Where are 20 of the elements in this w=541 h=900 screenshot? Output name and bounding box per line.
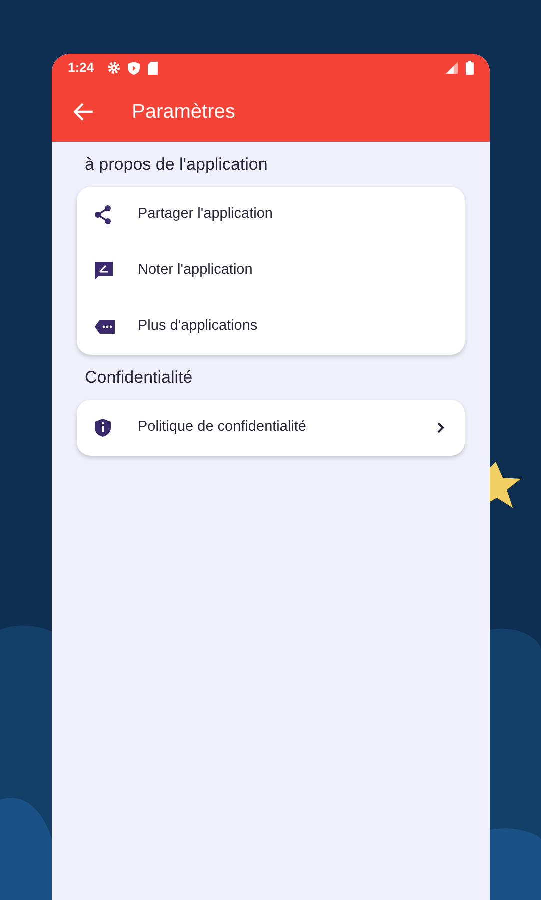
chevron-right-icon xyxy=(437,422,445,434)
sim-card-icon xyxy=(148,62,158,74)
settings-item[interactable]: Noter l'application xyxy=(77,243,465,299)
signal-icon xyxy=(446,62,458,74)
screen-title: Paramètres xyxy=(132,100,236,125)
battery-icon xyxy=(466,61,474,75)
star-icon xyxy=(490,462,522,508)
settings-item[interactable]: Partager l'application xyxy=(77,187,465,243)
settings-item[interactable]: Politique de confidentialité xyxy=(77,400,465,456)
rate-review-icon xyxy=(94,261,114,281)
back-arrow-icon xyxy=(74,103,94,121)
status-time: 1:24 xyxy=(68,59,94,78)
share-icon xyxy=(94,205,112,225)
shield-icon xyxy=(128,62,140,74)
shield-icon xyxy=(94,418,112,438)
settings-item[interactable]: Plus d'applications xyxy=(77,299,465,355)
section-heading: à propos de l'application xyxy=(85,154,269,176)
section-heading: Confidentialité xyxy=(85,367,194,389)
settings-icon xyxy=(108,62,120,74)
label-icon xyxy=(94,319,116,335)
